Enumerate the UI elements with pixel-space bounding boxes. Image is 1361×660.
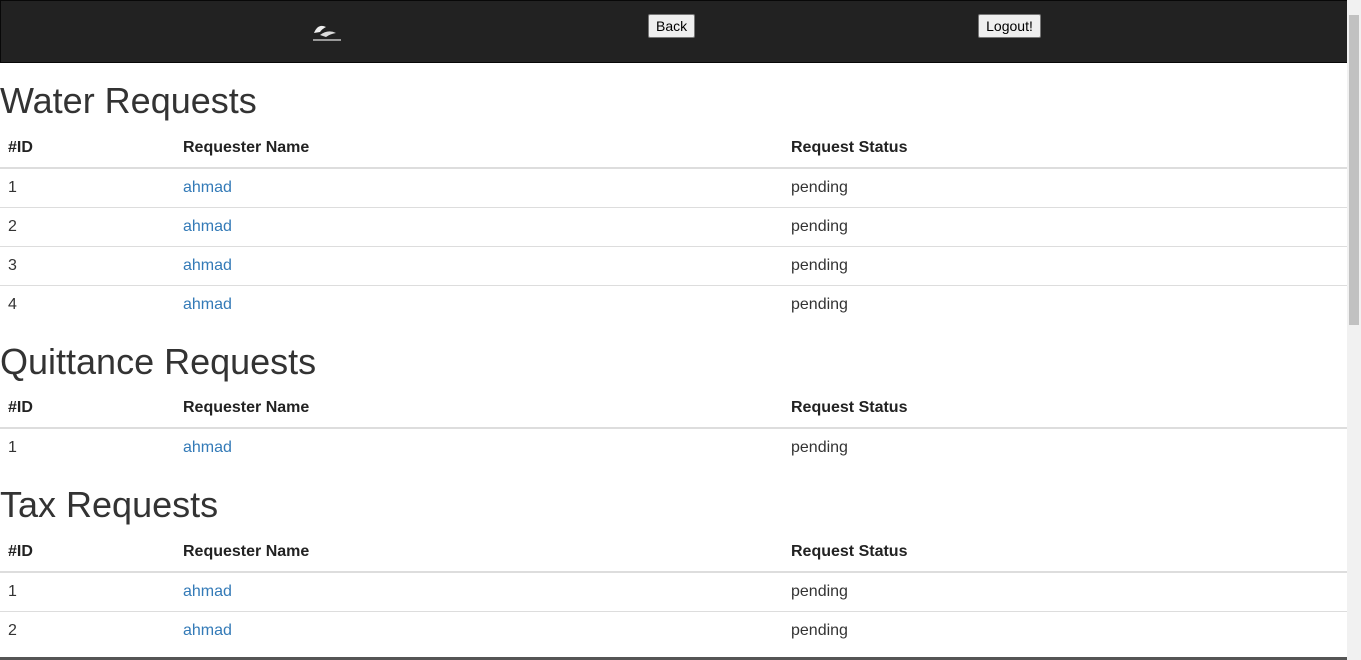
- water-requests-table: #ID Requester Name Request Status 1 ahma…: [0, 128, 1349, 324]
- logout-button[interactable]: Logout!: [978, 14, 1041, 38]
- requester-name-link[interactable]: ahmad: [183, 218, 232, 235]
- table-row: 1 ahmad pending: [0, 572, 1349, 612]
- quittance-requests-table: #ID Requester Name Request Status 1 ahma…: [0, 389, 1349, 467]
- column-header-id: #ID: [0, 532, 175, 573]
- row-status: pending: [791, 439, 848, 457]
- row-name-cell: ahmad: [175, 610, 783, 650]
- table-row: 1 ahmad pending: [0, 168, 1349, 208]
- table-header-row: #ID Requester Name Request Status: [0, 532, 1349, 573]
- table-row: 3 ahmad pending: [0, 245, 1349, 286]
- row-status: pending: [783, 610, 1349, 650]
- requester-name-link[interactable]: ahmad: [183, 439, 232, 456]
- column-header-name: Requester Name: [175, 532, 783, 573]
- row-id: 4: [0, 284, 175, 324]
- row-name-cell: ahmad: [175, 428, 783, 467]
- table-header-row: #ID Requester Name Request Status: [0, 128, 1349, 169]
- row-id: 1: [8, 439, 17, 457]
- row-id: 1: [8, 178, 17, 196]
- table-row: 2 ahmad pending: [0, 610, 1349, 650]
- row-status: pending: [791, 178, 848, 196]
- row-status: pending: [783, 206, 1349, 247]
- table-row: 1 ahmad pending: [0, 428, 1349, 467]
- column-header-status: Request Status: [783, 532, 1349, 573]
- requester-name-link[interactable]: ahmad: [183, 583, 232, 600]
- row-status: pending: [783, 245, 1349, 286]
- table-row: 4 ahmad pending: [0, 284, 1349, 324]
- quittance-requests-section: Quittance Requests #ID Requester Name Re…: [0, 340, 1349, 468]
- tax-requests-section: Tax Requests #ID Requester Name Request …: [0, 485, 1349, 650]
- row-status: pending: [791, 582, 848, 600]
- column-header-id: #ID: [0, 389, 175, 430]
- row-name-cell: ahmad: [175, 245, 783, 286]
- tax-requests-table: #ID Requester Name Request Status 1 ahma…: [0, 532, 1349, 650]
- column-header-name: Requester Name: [175, 128, 783, 169]
- requester-name-link[interactable]: ahmad: [183, 296, 232, 313]
- row-status: pending: [783, 284, 1349, 324]
- requester-name-link[interactable]: ahmad: [183, 622, 232, 639]
- scrollbar-thumb[interactable]: [1349, 15, 1359, 325]
- row-name-cell: ahmad: [175, 572, 783, 612]
- section-title: Quittance Requests: [0, 340, 317, 382]
- section-title: Water Requests: [0, 80, 257, 121]
- main-content: Water Requests #ID Requester Name Reques…: [0, 63, 1349, 650]
- back-button[interactable]: Back: [648, 14, 695, 38]
- row-name-cell: ahmad: [175, 168, 783, 208]
- vertical-scrollbar[interactable]: [1347, 0, 1361, 660]
- section-title: Tax Requests: [0, 484, 219, 526]
- table-row: 2 ahmad pending: [0, 206, 1349, 247]
- row-id: 2: [0, 206, 175, 247]
- row-id: 2: [0, 610, 175, 650]
- row-id: 3: [0, 245, 175, 286]
- column-header-status: Request Status: [783, 128, 1349, 169]
- table-header-row: #ID Requester Name Request Status: [0, 389, 1349, 430]
- top-navbar: Back Logout!: [0, 0, 1349, 63]
- column-header-name: Requester Name: [175, 389, 783, 430]
- row-name-cell: ahmad: [175, 284, 783, 324]
- column-header-status: Request Status: [783, 389, 1349, 430]
- requester-name-link[interactable]: ahmad: [183, 179, 232, 196]
- row-id: 1: [8, 582, 17, 600]
- column-header-id: #ID: [0, 128, 175, 169]
- requester-name-link[interactable]: ahmad: [183, 257, 232, 274]
- logo-icon[interactable]: [310, 19, 344, 45]
- water-requests-section: Water Requests #ID Requester Name Reques…: [0, 81, 1349, 324]
- row-name-cell: ahmad: [175, 206, 783, 247]
